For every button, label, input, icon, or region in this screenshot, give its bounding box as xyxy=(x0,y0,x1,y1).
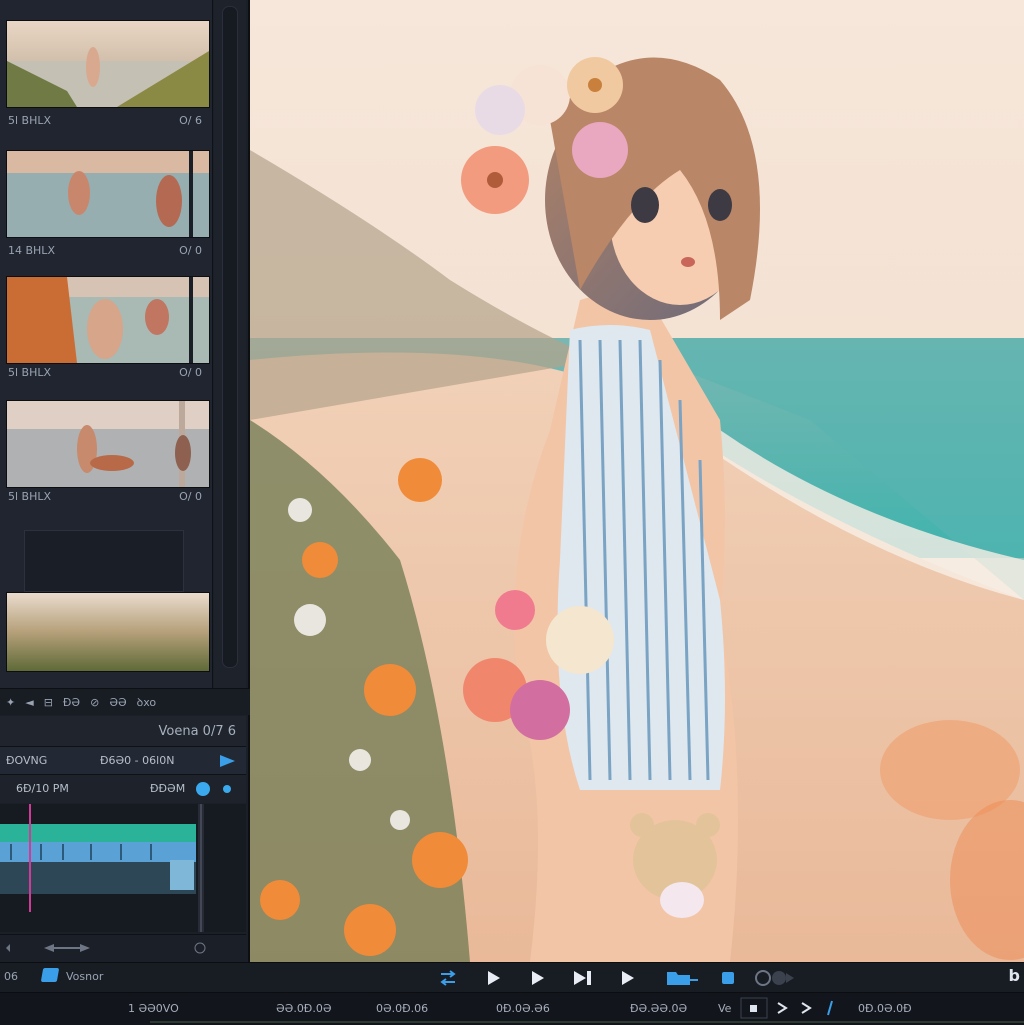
media-scrollbar-thumb[interactable] xyxy=(222,6,238,668)
media-clip-3[interactable]: 5l BHLX O/ 0 xyxy=(0,276,212,396)
media-toolbar: ✦ ◄ ⊟ ĐƏ ⊘ ƏƏ ꝺxo xyxy=(0,688,252,715)
clip-thumbnail-1[interactable] xyxy=(6,20,210,108)
loop-icon[interactable] xyxy=(438,969,458,987)
tool-label-3[interactable]: ꝺxo xyxy=(137,695,157,710)
grid-icon[interactable]: ⊟ xyxy=(44,696,53,709)
ruler-controls[interactable] xyxy=(740,997,850,1019)
play-forward-icon[interactable] xyxy=(530,969,546,987)
clip-thumbnail-3[interactable] xyxy=(6,276,210,364)
clip-duration: O/ 0 xyxy=(179,366,202,379)
media-clip-1[interactable]: 5l BHLX O/ 6 xyxy=(0,20,212,140)
stop-icon[interactable] xyxy=(720,969,736,987)
ruler-track xyxy=(150,1021,1024,1023)
timeline-row-1: ĐOVNG Đ6Ə0 - 06l0N xyxy=(0,746,246,775)
ruler-label: 0Đ.0Ə.0Đ xyxy=(858,1002,912,1015)
clip-duration: O/ 6 xyxy=(179,114,202,127)
link-icon[interactable]: ⊘ xyxy=(90,696,99,709)
left-panel: 5l BHLX O/ 6 14 BHLX O/ 0 5l BHLX O/ 0 5… xyxy=(0,0,252,962)
play-icon[interactable] xyxy=(218,754,236,768)
transport-left-label: 06 xyxy=(4,970,18,983)
timeline-row1-label: ĐOVNG xyxy=(6,754,48,767)
media-clip-4[interactable]: 5l BHLX O/ 0 xyxy=(0,400,212,510)
ruler-label: ƏƏ.0Đ.0Ə xyxy=(276,1002,332,1015)
timeline-row2-value: ĐĐƏM xyxy=(150,782,186,795)
timeline-row2-label: 6Đ/10 PM xyxy=(16,782,69,795)
clip-duration: O/ 0 xyxy=(179,490,202,503)
time-ruler[interactable]: 1 ƏƏ0VO ƏƏ.0Đ.0Ə 0Ə.0Đ.06 0Đ.0Ə.Ə6 ĐƏ.ƏƏ… xyxy=(0,992,1024,1025)
ruler-label: ĐƏ.ƏƏ.0Ə xyxy=(630,1002,688,1015)
add-icon[interactable]: ✦ xyxy=(6,696,15,709)
clip-name: 5l BHLX xyxy=(8,114,52,127)
clip-duration: O/ 0 xyxy=(179,244,202,257)
timeline-row-2: 6Đ/10 PM ĐĐƏM xyxy=(0,774,246,803)
timeline-tracks[interactable] xyxy=(0,804,246,932)
clip-name: 5l BHLX xyxy=(8,490,52,503)
folder-icon[interactable] xyxy=(666,969,700,987)
timeline-footer xyxy=(0,934,246,961)
clip-thumbnail-5[interactable] xyxy=(6,592,210,672)
timeline-title: Voena 0/7 6 xyxy=(158,724,237,739)
clip-thumbnail-2[interactable] xyxy=(6,150,210,238)
clip-thumbnail-4[interactable] xyxy=(6,400,210,488)
clip-type-icon xyxy=(40,968,60,982)
media-clip-5[interactable] xyxy=(0,592,212,672)
clip-name: 5l BHLX xyxy=(8,366,52,379)
tool-label-1[interactable]: ĐƏ xyxy=(63,696,80,709)
ruler-label: 0Đ.0Ə.Ə6 xyxy=(496,1002,550,1015)
ruler-label: 1 ƏƏ0VO xyxy=(128,1002,179,1015)
skip-to-end-icon[interactable] xyxy=(572,969,594,987)
play-icon[interactable] xyxy=(486,969,502,987)
media-clip-2[interactable]: 14 BHLX O/ 0 xyxy=(0,150,212,270)
timeline-row1-value: Đ6Ə0 - 06l0N xyxy=(100,754,175,767)
step-forward-icon[interactable] xyxy=(620,969,636,987)
transport-right-letter: b xyxy=(1008,966,1020,985)
clip-name: 14 BHLX xyxy=(8,244,55,257)
transport-bar: 06 Vosnor b xyxy=(0,962,1024,993)
tool-label-2[interactable]: ƏƏ xyxy=(109,696,126,709)
media-bin: 5l BHLX O/ 6 14 BHLX O/ 0 5l BHLX O/ 0 5… xyxy=(0,0,213,688)
timeline-header: Voena 0/7 6 xyxy=(0,716,246,746)
volume-toggle-icon[interactable] xyxy=(754,969,798,987)
back-icon[interactable]: ◄ xyxy=(25,696,33,709)
preview-viewer[interactable] xyxy=(250,0,1024,962)
ruler-label: Ve xyxy=(718,1002,732,1015)
transport-clip-label: Vosnor xyxy=(66,970,104,983)
ruler-label: 0Ə.0Đ.06 xyxy=(376,1002,429,1015)
empty-clip-slot[interactable] xyxy=(24,530,184,592)
record-dots-icon[interactable] xyxy=(194,781,234,797)
